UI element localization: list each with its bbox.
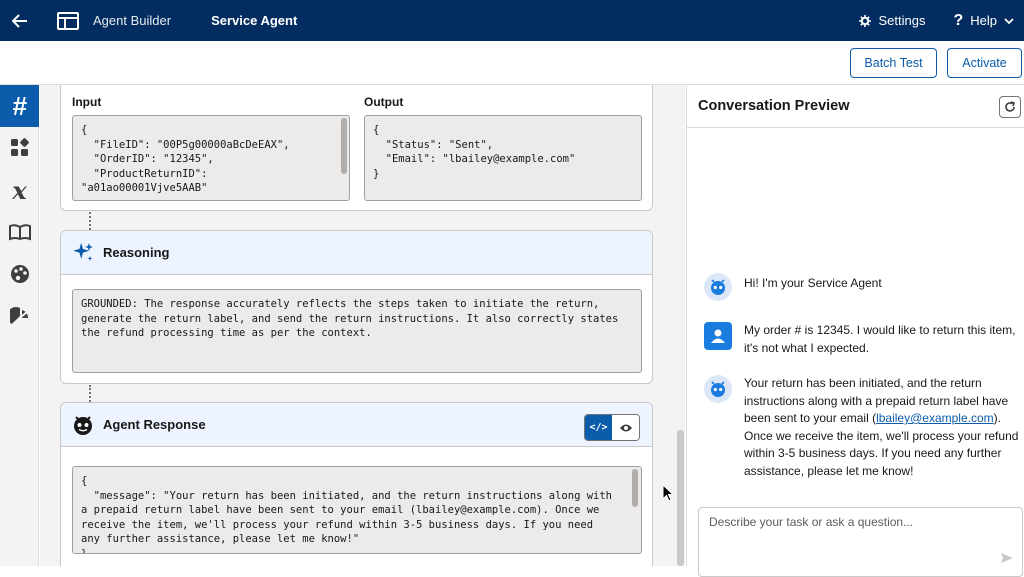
input-code[interactable]: { "FileID": "00P5g00000aBcDeEAX", "Order… bbox=[72, 115, 350, 201]
flow-connector bbox=[89, 212, 91, 230]
chat-message: Hi! I'm your Service Agent bbox=[704, 273, 1024, 301]
chat-message-text: Hi! I'm your Service Agent bbox=[744, 276, 882, 290]
settings-button[interactable]: Settings bbox=[859, 13, 925, 28]
activate-button[interactable]: Activate bbox=[947, 48, 1022, 78]
settings-label: Settings bbox=[878, 13, 926, 28]
user-avatar bbox=[704, 322, 732, 350]
agent-response-title: Agent Response bbox=[103, 417, 206, 432]
help-button[interactable]: ? Help bbox=[953, 12, 1014, 30]
batch-test-button[interactable]: Batch Test bbox=[850, 48, 937, 78]
robot-icon bbox=[74, 415, 92, 435]
action-io-card: Input Output { "FileID": "00P5g00000aBcD… bbox=[60, 85, 653, 211]
user-icon bbox=[711, 329, 725, 343]
agent-response-header: Agent Response bbox=[61, 403, 652, 447]
message-input[interactable]: Describe your task or ask a question... bbox=[698, 507, 1023, 577]
apps-icon[interactable] bbox=[0, 127, 39, 169]
preview-header: Conversation Preview bbox=[687, 85, 1024, 128]
flow-connector bbox=[89, 385, 91, 402]
chat-message-text: Your return has been initiated, and the … bbox=[744, 375, 1019, 480]
global-header: Agent Builder Service Agent Settings ? H… bbox=[0, 0, 1024, 41]
chat-message-text: My order # is 12345. I would like to ret… bbox=[744, 323, 1016, 355]
agent-response-card: Agent Response </> { "message": "Your re… bbox=[60, 402, 653, 566]
preview-title: Conversation Preview bbox=[698, 98, 850, 114]
palette-icon[interactable] bbox=[0, 253, 39, 295]
variable-icon[interactable]: x bbox=[0, 169, 39, 211]
code-icon: </> bbox=[589, 422, 608, 433]
flow-canvas: Input Output { "FileID": "00P5g00000aBcD… bbox=[40, 85, 685, 566]
app-name: Agent Builder bbox=[93, 13, 172, 28]
refresh-button[interactable] bbox=[999, 96, 1021, 118]
refresh-icon bbox=[1005, 101, 1016, 112]
canvas-scrollbar[interactable] bbox=[677, 430, 684, 566]
preview-view-button[interactable] bbox=[612, 415, 639, 440]
agent-name: Service Agent bbox=[211, 13, 298, 28]
view-toggle: </> bbox=[584, 414, 640, 441]
chat-message: My order # is 12345. I would like to ret… bbox=[704, 322, 1024, 357]
library-icon[interactable] bbox=[0, 211, 39, 253]
gear-icon bbox=[859, 14, 872, 27]
send-icon[interactable] bbox=[1000, 552, 1014, 564]
code-view-button[interactable]: </> bbox=[585, 415, 612, 440]
chat-message: Your return has been initiated, and the … bbox=[704, 375, 1024, 480]
email-link[interactable]: lbailey@example.com bbox=[876, 411, 994, 425]
conversation-preview-panel: Conversation Preview Hi! I'm your Servic… bbox=[686, 85, 1024, 577]
reasoning-card: Reasoning GROUNDED: The response accurat… bbox=[60, 230, 653, 384]
app-icon bbox=[57, 11, 79, 30]
help-label: Help bbox=[970, 13, 997, 28]
output-code[interactable]: { "Status": "Sent", "Email": "lbailey@ex… bbox=[364, 115, 642, 201]
input-scrollbar[interactable] bbox=[341, 118, 347, 174]
output-label: Output bbox=[364, 95, 404, 109]
hash-icon[interactable]: # bbox=[0, 85, 39, 127]
reasoning-text[interactable]: GROUNDED: The response accurately reflec… bbox=[72, 289, 642, 373]
robot-icon bbox=[711, 279, 725, 295]
input-label: Input bbox=[72, 95, 102, 109]
arrow-left-icon bbox=[12, 13, 27, 28]
left-rail: # x bbox=[0, 85, 39, 566]
sparkle-icon bbox=[73, 242, 93, 261]
back-button[interactable] bbox=[0, 0, 40, 41]
action-bar: Batch Test Activate bbox=[0, 41, 1024, 85]
cursor-icon bbox=[662, 484, 674, 502]
reasoning-title: Reasoning bbox=[103, 245, 170, 260]
chevron-down-icon bbox=[1004, 17, 1014, 24]
eye-icon bbox=[619, 424, 632, 431]
analytics-icon[interactable] bbox=[0, 295, 39, 337]
question-icon: ? bbox=[953, 11, 964, 29]
robot-icon bbox=[711, 381, 725, 397]
agent-avatar bbox=[704, 375, 732, 403]
agent-avatar bbox=[704, 273, 732, 301]
agent-response-code[interactable]: { "message": "Your return has been initi… bbox=[72, 466, 642, 554]
response-scrollbar[interactable] bbox=[632, 469, 638, 507]
reasoning-header: Reasoning bbox=[61, 231, 652, 275]
